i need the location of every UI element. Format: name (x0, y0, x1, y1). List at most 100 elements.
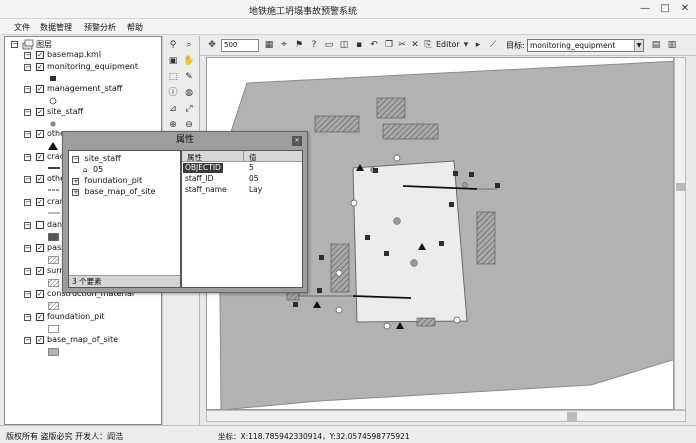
monitoring-point[interactable] (393, 217, 401, 225)
chevron-down-icon[interactable]: ▾ (462, 39, 470, 52)
hatch-area[interactable] (376, 97, 406, 119)
menu-file[interactable]: 文件 (14, 22, 30, 33)
layer-management-staff[interactable]: − ✓ management_staff (5, 84, 155, 96)
layer-checkbox[interactable]: ✓ (36, 63, 44, 71)
collapse-toggle[interactable]: − (24, 268, 31, 275)
monitoring-point[interactable] (350, 199, 358, 207)
layer-checkbox[interactable]: ✓ (36, 336, 44, 344)
minimize-button[interactable]: — (634, 1, 656, 17)
layer-base-map-of-site[interactable]: − ✓ base_map_of_site (5, 335, 155, 347)
collapse-toggle[interactable]: − (24, 64, 31, 71)
horizontal-scrollbar[interactable] (206, 410, 686, 422)
navigate-icon[interactable]: ✥ (206, 39, 218, 52)
paste-icon[interactable]: ⎘ (422, 39, 434, 52)
equipment[interactable] (384, 251, 389, 256)
menu-warning-analysis[interactable]: 预警分析 (84, 22, 116, 33)
hatch-area[interactable] (416, 317, 436, 327)
monitoring-point[interactable] (335, 306, 343, 314)
scale-input[interactable]: 500 (221, 39, 259, 52)
close-button[interactable]: ✕ (674, 1, 696, 17)
tree-node-site-staff[interactable]: − site_staff (72, 154, 121, 163)
equipment[interactable] (373, 168, 378, 173)
expand-toggle[interactable]: + (72, 189, 79, 196)
save-icon[interactable]: ▪ (353, 39, 365, 52)
target-select[interactable]: monitoring_equipment ▼ (527, 39, 644, 52)
folder-icon[interactable]: ▭ (323, 39, 335, 52)
equipment[interactable] (495, 183, 500, 188)
equipment[interactable] (449, 202, 454, 207)
attribute-cell[interactable]: staff_ID (185, 174, 213, 184)
sketch-pen-icon[interactable]: ⟋ (487, 39, 499, 52)
copy-icon[interactable]: ❐ (383, 39, 395, 52)
menu-help[interactable]: 帮助 (127, 22, 143, 33)
monitoring-point[interactable] (335, 269, 343, 277)
tree-node-base-map-of-site[interactable]: + base_map_of_site (72, 187, 156, 196)
flag-icon[interactable]: ⚑ (293, 39, 305, 52)
layer-checkbox[interactable]: ✓ (36, 175, 44, 183)
collapse-toggle[interactable]: − (72, 156, 79, 163)
monitoring-point[interactable] (410, 259, 418, 267)
monitoring-point[interactable] (462, 182, 468, 188)
layer-checkbox[interactable]: ✓ (36, 313, 44, 321)
attribute-cell[interactable]: staff_name (185, 185, 227, 195)
info-icon[interactable]: ⓘ (167, 87, 179, 99)
column-divider[interactable] (243, 151, 244, 162)
collapse-toggle[interactable]: − (11, 41, 18, 48)
help-icon[interactable]: ? (308, 39, 320, 52)
chevron-down-icon[interactable]: ▼ (634, 40, 643, 51)
layer-checkbox[interactable]: ✓ (36, 198, 44, 206)
collapse-toggle[interactable]: − (24, 176, 31, 183)
layer-checkbox[interactable] (36, 221, 44, 229)
equipment[interactable] (439, 241, 444, 246)
zoom-out-icon[interactable]: ⊖ (183, 119, 195, 131)
menu-data-management[interactable]: 数据管理 (40, 22, 72, 33)
attribute-cell[interactable]: OBJECTID (183, 163, 223, 173)
layer-basemap-kml[interactable]: − ✓ basemap.kml (5, 50, 155, 62)
equipment[interactable] (469, 172, 474, 177)
collapse-toggle[interactable]: − (24, 154, 31, 161)
monitoring-point[interactable] (453, 316, 461, 324)
vertical-scroll-thumb[interactable] (676, 183, 685, 191)
collapse-toggle[interactable]: − (24, 314, 31, 321)
pan-hand-icon[interactable]: ✋ (183, 55, 195, 67)
cut-icon[interactable]: ✂ (396, 39, 408, 52)
monitoring-point[interactable] (383, 322, 391, 330)
layer-checkbox[interactable]: ✓ (36, 267, 44, 275)
select-features-icon[interactable]: ⬚ (167, 71, 179, 83)
layer-checkbox[interactable]: ✓ (36, 130, 44, 138)
layer-checkbox[interactable]: ✓ (36, 85, 44, 93)
measure-icon[interactable]: ⊿ (167, 103, 179, 115)
measure-tool-icon[interactable]: ⌖ (278, 39, 290, 52)
attribute-table-icon[interactable]: ▤ (650, 39, 662, 52)
hatch-area[interactable] (330, 243, 350, 293)
collapse-toggle[interactable]: − (24, 109, 31, 116)
equipment[interactable] (317, 288, 322, 293)
monitoring-point[interactable] (393, 154, 401, 162)
value-cell[interactable]: 05 (249, 174, 259, 184)
tree-node-foundation-pit[interactable]: + foundation_pit (72, 176, 142, 185)
editor-menu[interactable]: Editor (436, 40, 460, 49)
layer-checkbox[interactable]: ✓ (36, 51, 44, 59)
layer-site-staff[interactable]: − ✓ site_staff (5, 107, 155, 119)
equipment[interactable] (319, 255, 324, 260)
expand-toggle[interactable]: + (72, 178, 79, 185)
layer-checkbox[interactable]: ✓ (36, 153, 44, 161)
vertical-scrollbar[interactable] (674, 57, 686, 410)
pencil-icon[interactable]: ✎ (183, 71, 195, 83)
undo-icon[interactable]: ↶ (368, 39, 380, 52)
globe-icon[interactable]: ◍ (183, 87, 195, 99)
collapse-toggle[interactable]: − (24, 245, 31, 252)
value-cell[interactable]: 5 (249, 163, 254, 173)
maximize-button[interactable]: □ (654, 1, 676, 17)
grid-icon[interactable]: ▦ (263, 39, 275, 52)
binoculars-icon[interactable]: ⚲ (167, 39, 179, 51)
tree-node-05[interactable]: ⌂ 05 (83, 165, 103, 174)
properties-title[interactable]: 属性 (63, 132, 307, 149)
full-extent-icon[interactable]: ⤢ (183, 103, 195, 115)
zoom-in-icon[interactable]: ⊕ (167, 119, 179, 131)
properties-window[interactable]: 属性 ✕ − site_staff ⌂ 05 + foundation_pit … (62, 131, 308, 293)
value-cell[interactable]: Lay (249, 185, 262, 195)
layer-checkbox[interactable]: ✓ (36, 290, 44, 298)
equipment[interactable] (365, 235, 370, 240)
layer-monitoring-equipment[interactable]: − ✓ monitoring_equipment (5, 62, 155, 74)
